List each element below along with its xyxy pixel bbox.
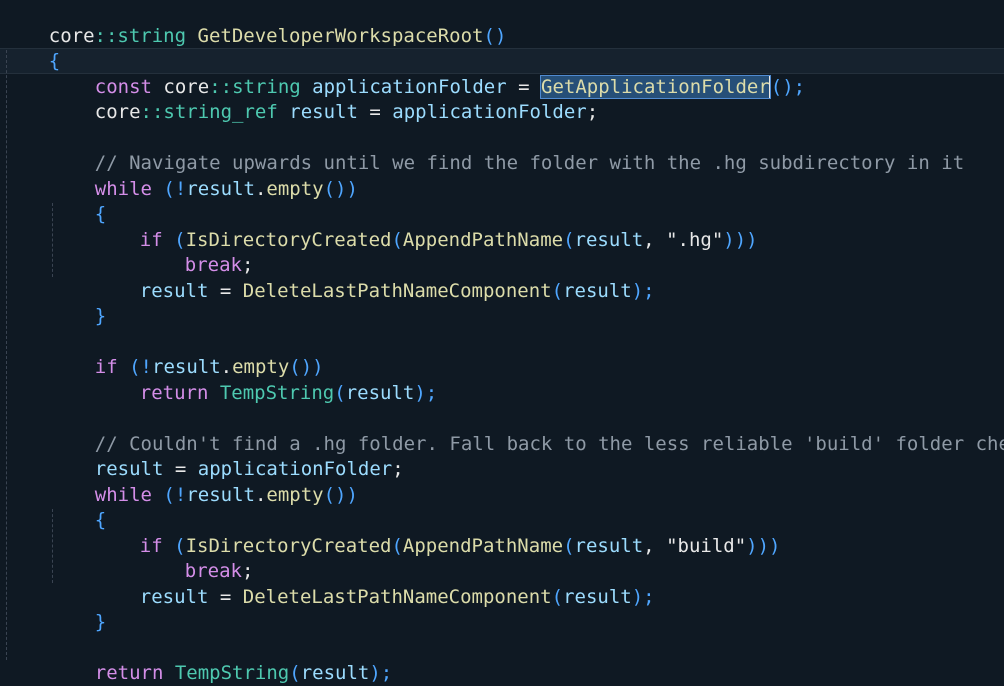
token: ( bbox=[563, 228, 575, 251]
code-line[interactable]: return TempString(result); bbox=[94, 355, 437, 404]
token: result bbox=[574, 228, 644, 251]
code-line[interactable]: if (!result.empty()) bbox=[49, 329, 324, 378]
token: TempString bbox=[219, 381, 335, 404]
code-line[interactable]: result = DeleteLastPathNameComponent(res… bbox=[94, 253, 655, 302]
code-line[interactable]: } bbox=[3, 660, 60, 686]
code-line[interactable]: return TempString(result); bbox=[49, 635, 392, 684]
token: "build" bbox=[666, 534, 747, 557]
token: result bbox=[563, 585, 632, 608]
token: DeleteLastPathNameComponent bbox=[242, 585, 552, 608]
token: ); bbox=[369, 661, 393, 684]
token: result bbox=[300, 661, 370, 684]
token: ); bbox=[414, 381, 438, 404]
code-line[interactable]: result = applicationFolder; bbox=[49, 431, 404, 480]
code-line[interactable]: // Navigate upwards until we find the fo… bbox=[49, 125, 964, 174]
code-line[interactable]: { bbox=[49, 176, 106, 225]
token: ( bbox=[563, 534, 575, 557]
token: (! bbox=[163, 177, 187, 200]
token: string_ref bbox=[163, 100, 278, 123]
token: return bbox=[94, 661, 164, 684]
token: ; bbox=[586, 100, 599, 123]
code-line[interactable]: // Couldn't find a .hg folder. Fall back… bbox=[49, 406, 1004, 455]
token: empty bbox=[266, 177, 324, 200]
code-line[interactable]: break; bbox=[139, 227, 254, 276]
code-line[interactable]: if (IsDirectoryCreated(AppendPathName(re… bbox=[94, 508, 781, 557]
code-line[interactable]: while (!result.empty()) bbox=[49, 457, 358, 506]
code-line[interactable]: const core::string applicationFolder = G… bbox=[49, 49, 805, 99]
token: = bbox=[219, 585, 232, 608]
token: . bbox=[254, 177, 267, 200]
token: ); bbox=[631, 585, 655, 608]
token: result bbox=[574, 534, 644, 557]
token: , bbox=[643, 534, 667, 557]
token: DeleteLastPathNameComponent bbox=[242, 279, 552, 302]
token: ( bbox=[391, 534, 403, 557]
token: = bbox=[219, 279, 232, 302]
token: GetDeveloperWorkspaceRoot bbox=[197, 24, 484, 47]
token: (); bbox=[770, 75, 806, 98]
token: ()) bbox=[323, 177, 358, 200]
token: string bbox=[117, 24, 187, 47]
token: (! bbox=[163, 483, 187, 506]
token: . bbox=[254, 483, 267, 506]
token: result bbox=[289, 100, 358, 123]
code-line[interactable]: { bbox=[3, 23, 60, 72]
code-line[interactable]: } bbox=[49, 584, 106, 633]
token: empty bbox=[266, 483, 324, 506]
code-line[interactable]: result = DeleteLastPathNameComponent(res… bbox=[94, 559, 655, 608]
token: result bbox=[186, 177, 255, 200]
code-line[interactable]: { bbox=[49, 482, 106, 531]
indent-guide bbox=[6, 50, 7, 660]
token: AppendPathName bbox=[402, 534, 564, 557]
token: ()) bbox=[323, 483, 358, 506]
token: = bbox=[369, 100, 381, 123]
token: TempString bbox=[174, 661, 290, 684]
token: core bbox=[94, 100, 141, 123]
token: result bbox=[563, 279, 632, 302]
token: ))) bbox=[746, 534, 781, 557]
token: ( bbox=[334, 381, 346, 404]
code-line[interactable]: core::string_ref result = applicationFol… bbox=[49, 74, 598, 123]
token: :: bbox=[140, 100, 164, 123]
token: } bbox=[94, 610, 107, 633]
token: result bbox=[139, 585, 209, 608]
code-line[interactable]: core::string GetDeveloperWorkspaceRoot() bbox=[3, 0, 507, 47]
token: () bbox=[483, 24, 507, 47]
code-line[interactable]: } bbox=[49, 278, 106, 327]
code-editor[interactable]: core::string GetDeveloperWorkspaceRoot()… bbox=[0, 0, 1004, 686]
token: ( bbox=[551, 585, 564, 608]
code-line[interactable]: while (!result.empty()) bbox=[49, 151, 358, 200]
token: ); bbox=[631, 279, 655, 302]
token: ( bbox=[289, 661, 301, 684]
token: , bbox=[643, 228, 667, 251]
token: return bbox=[139, 381, 209, 404]
token: ( bbox=[391, 228, 403, 251]
code-line[interactable]: if (IsDirectoryCreated(AppendPathName(re… bbox=[94, 202, 758, 251]
token: result bbox=[139, 279, 209, 302]
token: result bbox=[345, 381, 415, 404]
token: ".hg" bbox=[666, 228, 724, 251]
token: ( bbox=[551, 279, 564, 302]
token: ; bbox=[392, 457, 404, 480]
token: result bbox=[186, 483, 255, 506]
token: } bbox=[94, 304, 107, 327]
token: :: bbox=[94, 24, 118, 47]
token: AppendPathName bbox=[402, 228, 564, 251]
code-line[interactable]: break; bbox=[139, 533, 254, 582]
token: applicationFolder bbox=[392, 100, 587, 123]
token: ))) bbox=[723, 228, 758, 251]
